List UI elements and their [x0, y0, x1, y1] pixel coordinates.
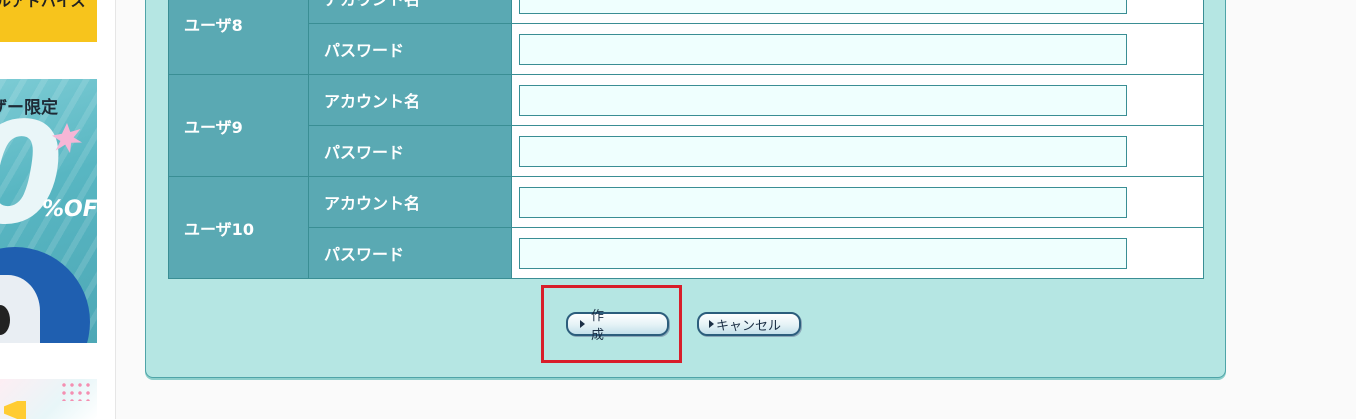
- password-label: パスワード: [308, 23, 512, 75]
- password-input-user9[interactable]: [519, 135, 1127, 167]
- left-sidebar: ルアドバイス 0 ザー限定 %OFF: [0, 0, 115, 419]
- account-name-input-user8[interactable]: [519, 0, 1127, 14]
- account-name-input-user9[interactable]: [519, 84, 1127, 116]
- password-input-user10[interactable]: [519, 237, 1127, 269]
- ad-big-number: 0: [0, 105, 63, 245]
- table-row: ユーザ8 アカウント名: [168, 0, 1204, 75]
- promo-ad-banner[interactable]: 0 ザー限定 %OFF: [0, 79, 97, 343]
- create-button[interactable]: 作 成: [566, 308, 669, 342]
- user-group-label: ユーザ9: [168, 74, 309, 177]
- ad-top-banner[interactable]: ルアドバイス: [0, 0, 97, 42]
- ad-off-text: %OFF: [42, 197, 97, 222]
- ad-bottom-banner[interactable]: [0, 379, 97, 419]
- sidebar-divider: [115, 0, 116, 419]
- password-label: パスワード: [308, 227, 512, 279]
- account-name-input-user10[interactable]: [519, 186, 1127, 218]
- table-row: ユーザ9 アカウント名: [168, 74, 1204, 177]
- table-row: パスワード: [169, 23, 1204, 75]
- table-row: パスワード: [169, 227, 1204, 279]
- cancel-button-label: キャンセル: [716, 317, 782, 333]
- account-name-label: アカウント名: [308, 0, 512, 24]
- ad-top-text: ルアドバイス: [0, 0, 86, 10]
- account-name-label: アカウント名: [308, 74, 512, 126]
- user-group-label: ユーザ10: [168, 176, 309, 279]
- user-group-label: ユーザ8: [168, 0, 309, 75]
- password-input-user8[interactable]: [519, 33, 1127, 65]
- create-button-label: 作 成: [591, 308, 622, 342]
- ad-headline: ザー限定: [0, 98, 58, 118]
- play-arrow-icon: [709, 320, 714, 328]
- password-label: パスワード: [308, 125, 512, 177]
- table-row: ユーザ10 アカウント名: [168, 176, 1204, 279]
- megaphone-icon: [4, 401, 26, 419]
- account-name-label: アカウント名: [308, 176, 512, 228]
- play-arrow-icon: [580, 320, 585, 328]
- ad-dots-decoration: [60, 381, 90, 401]
- user-accounts-table: ユーザ8 アカウント名 パスワード ユーザ9 アカウント名 パスワード ユーザ1…: [168, 0, 1204, 279]
- cancel-button[interactable]: キャンセル: [697, 312, 801, 336]
- table-row: パスワード: [169, 125, 1204, 177]
